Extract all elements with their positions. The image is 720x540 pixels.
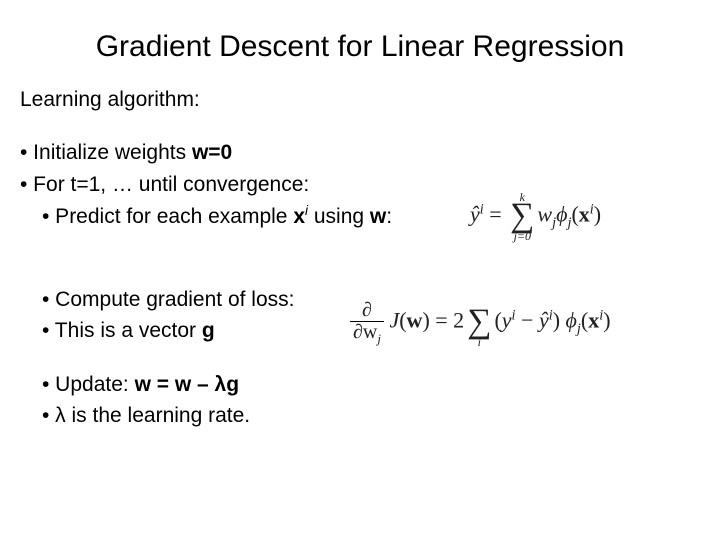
var-x: x: [579, 202, 590, 227]
heading-learning-algorithm: Learning algorithm:: [20, 86, 700, 113]
sum-lower: j=0: [510, 231, 534, 241]
denominator: ∂wj: [350, 322, 384, 346]
text: • This is a vector: [42, 319, 202, 342]
var-w: w: [537, 202, 552, 227]
minus: −: [516, 308, 539, 333]
numerator: ∂: [350, 300, 384, 322]
text-bold: w=0: [192, 141, 232, 164]
partial-fraction: ∂ ∂wj: [350, 300, 384, 346]
text: • Update:: [42, 373, 135, 396]
bullet-learning-rate: • λ is the learning rate.: [42, 402, 700, 429]
formula-gradient: ∂ ∂wj J(w) = 2 ∑i(yi − ŷi) ϕj(xi): [350, 298, 710, 347]
sub-j: j: [377, 331, 381, 346]
lparen: (: [399, 308, 406, 333]
sigma-symbol: ∑: [467, 308, 491, 337]
var-w: w: [370, 205, 386, 228]
var-phi: ϕ: [556, 202, 567, 227]
var-J: J: [389, 308, 399, 333]
rparen: ): [553, 308, 566, 333]
text: • Initialize weights: [20, 141, 192, 164]
var-yhat: ŷ: [539, 308, 549, 333]
slide: Gradient Descent for Linear Regression L…: [0, 0, 720, 540]
var-phi: ϕ: [566, 308, 577, 333]
equals-2: = 2: [430, 308, 464, 333]
slide-body: Learning algorithm: • Initialize weights…: [20, 86, 700, 429]
summation-icon: ∑i: [467, 298, 491, 347]
text: using: [308, 205, 370, 228]
bullet-update-rule: • Update: w = w – λg: [42, 371, 700, 398]
text: • Predict for each example: [42, 205, 293, 228]
summation-icon: k∑j=0: [510, 192, 534, 241]
update-expression: w = w – λg: [135, 373, 239, 396]
slide-title: Gradient Descent for Linear Regression: [20, 30, 700, 64]
sigma-symbol: ∑: [510, 202, 534, 231]
dw: ∂w: [353, 321, 377, 343]
var-g: g: [202, 319, 215, 342]
var-w: w: [407, 308, 423, 333]
var-x: x: [588, 308, 599, 333]
rparen: ): [594, 202, 601, 227]
formula-prediction: ŷi = k∑j=0wjϕj(xi): [470, 192, 700, 241]
rparen: ): [603, 308, 610, 333]
bullet-initialize: • Initialize weights w=0: [20, 139, 700, 166]
lparen: (: [571, 202, 578, 227]
var-yhat: ŷ: [470, 202, 480, 227]
bullet-group-3: • Update: w = w – λg • λ is the learning…: [20, 371, 700, 430]
lparen: (: [494, 308, 501, 333]
var-y: y: [502, 308, 512, 333]
rparen: ): [422, 308, 429, 333]
var-x: x: [293, 205, 305, 228]
equals: =: [484, 202, 507, 227]
text: :: [386, 205, 392, 228]
